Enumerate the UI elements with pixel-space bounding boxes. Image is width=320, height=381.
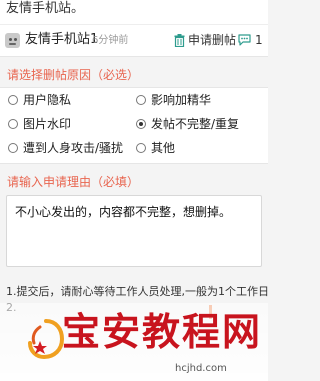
radio-button[interactable]	[8, 143, 18, 153]
comment-count: 1	[255, 33, 263, 47]
post-row: 友情手机站1 6分钟前 申请删帖 1	[0, 24, 268, 57]
radio-button-checked[interactable]	[136, 119, 146, 129]
radio-button[interactable]	[8, 119, 18, 129]
reason-input-title: 请输入申请理由（必填）	[7, 175, 140, 189]
delete-request-page: 友情手机站。 友情手机站1 6分钟前 申请删帖 1 请选择删帖原因（必选） 用户…	[0, 0, 268, 381]
apply-delete-button[interactable]: 申请删帖	[188, 32, 236, 48]
note-line-1: 1.提交后，请耐心等待工作人员处理,一般为1个工作日；	[6, 285, 268, 298]
post-title: 友情手机站1	[25, 32, 99, 47]
reason-section-title: 请选择删帖原因（必选）	[7, 68, 140, 82]
radio-button[interactable]	[8, 95, 18, 105]
comment-icon[interactable]	[238, 34, 251, 46]
watermark: 宝安教程网 hcjhd.com	[0, 303, 268, 381]
reason-textarea[interactable]: 不小心发出的，内容都不完整，想删掉。	[6, 195, 262, 267]
post-time: 6分钟前	[92, 35, 129, 46]
watermark-logo-icon	[28, 319, 65, 360]
reason-textarea-value[interactable]: 不小心发出的，内容都不完整，想删掉。	[15, 204, 231, 220]
watermark-url: hcjhd.com	[175, 363, 227, 374]
previous-content-strip: 友情手机站。	[0, 0, 268, 24]
trash-icon[interactable]	[174, 34, 185, 47]
previous-content-text: 友情手机站。	[6, 1, 85, 16]
watermark-title: 宝安教程网	[62, 309, 263, 354]
avatar	[5, 33, 20, 48]
radio-button[interactable]	[136, 143, 146, 153]
radio-button[interactable]	[136, 95, 146, 105]
reason-options-box: 用户隐私 影响加精华 图片水印 发帖不完整/重复 遭到人身攻击/骚扰 其他	[0, 87, 268, 164]
